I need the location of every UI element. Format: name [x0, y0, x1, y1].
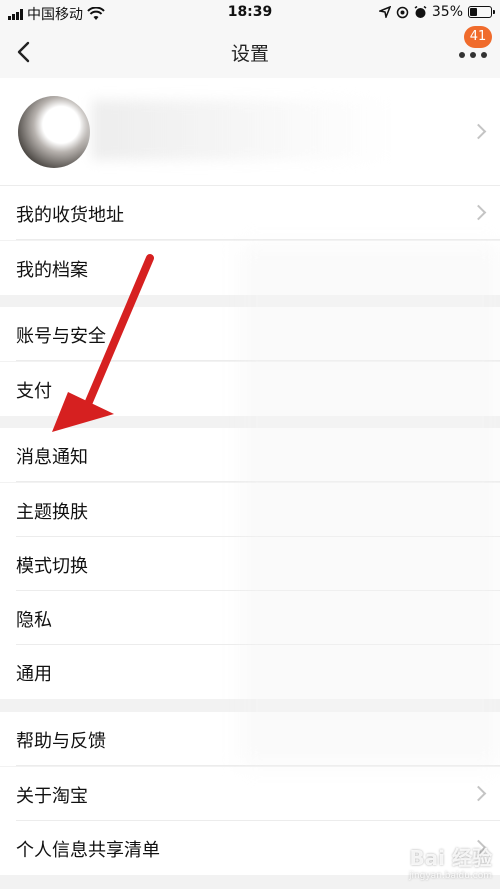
watermark-brand: Bai 经验: [409, 846, 492, 870]
annotation-arrow-icon: [52, 254, 154, 432]
watermark-url: jingyan.baidu.com: [408, 871, 492, 881]
watermark: Bai 经验 jingyan.baidu.com: [409, 842, 492, 881]
